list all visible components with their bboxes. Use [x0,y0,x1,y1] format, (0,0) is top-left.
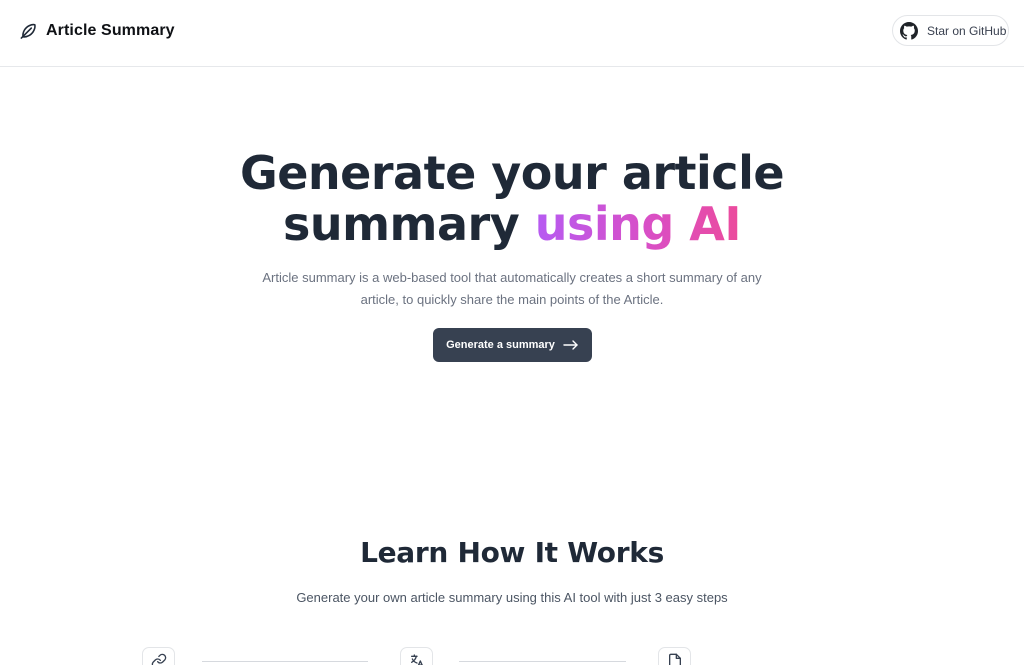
step-3-icon-box [658,647,691,665]
hero-title-highlight: using AI [534,197,742,251]
link-icon [151,653,167,665]
translate-icon [409,653,425,665]
document-icon [667,653,683,665]
step-1-icon-box [142,647,175,665]
hero-subtitle: Article summary is a web-based tool that… [262,270,762,307]
arrow-right-icon [563,340,579,350]
how-it-works-title: Learn How It Works [360,536,664,569]
github-icon [900,21,918,40]
step-connector-2 [459,661,626,662]
github-button-label: Star on GitHub [927,23,1007,38]
hero-title-line-2: summary using AI [0,199,1024,250]
feather-icon [18,21,38,41]
how-it-works-subtitle: Generate your own article summary using … [296,590,728,605]
step-connector-1 [202,661,368,662]
step-2-icon-box [400,647,433,665]
hero-title: Generate your article summary using AI [0,148,1024,250]
site-header: Article Summary Star on GitHub [0,0,1024,67]
generate-summary-button[interactable]: Generate a summary [433,328,592,362]
hero-title-plain: summary [282,197,535,251]
star-on-github-button[interactable]: Star on GitHub [892,15,1009,46]
page: Article Summary Star on GitHub Generate … [0,0,1024,665]
generate-summary-label: Generate a summary [446,339,555,351]
hero-title-line-1: Generate your article [239,146,785,200]
brand-name: Article Summary [46,22,175,39]
brand-logo[interactable]: Article Summary [18,20,175,42]
